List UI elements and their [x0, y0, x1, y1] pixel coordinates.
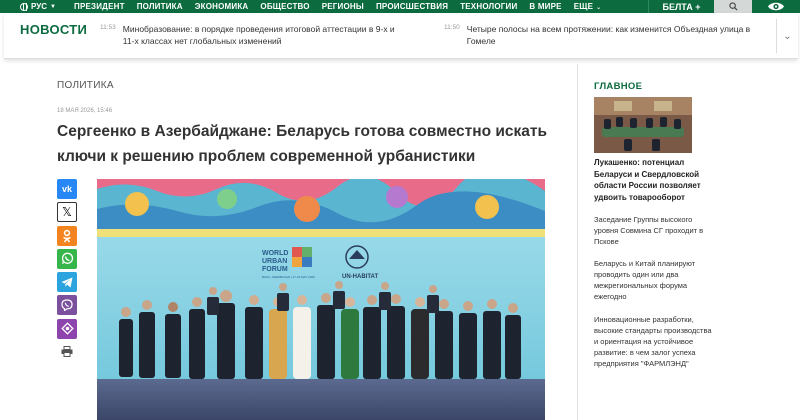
- ticker-text: Минобразование: в порядке проведения ито…: [122, 24, 395, 46]
- print-icon[interactable]: [61, 346, 73, 357]
- news-label[interactable]: НОВОСТИ: [20, 22, 87, 37]
- nav-item-world[interactable]: В МИРЕ: [523, 2, 567, 11]
- expand-ticker-button[interactable]: ⌄: [776, 19, 798, 53]
- ticker-item[interactable]: 11:50 Четыре полосы на всем протяжении: …: [444, 23, 764, 47]
- ticker-item[interactable]: 11:53 Минобразование: в порядке проведен…: [100, 23, 400, 47]
- forum-logo-word-2: URBAN: [262, 258, 287, 265]
- ok-icon: [63, 229, 71, 243]
- article-headline: Сергеенко в Азербайджане: Беларусь готов…: [57, 123, 548, 165]
- search-icon: [728, 2, 738, 11]
- forum-logo-word-3: FORUM: [262, 266, 288, 273]
- vk-icon: vk: [61, 184, 72, 194]
- max-share-button[interactable]: [57, 318, 77, 339]
- search-button[interactable]: [714, 0, 752, 13]
- nav-item-technology[interactable]: ТЕХНОЛОГИИ: [454, 2, 523, 11]
- sidebar-lead-headline[interactable]: Лукашенко: потенциал Беларуси и Свердлов…: [594, 157, 714, 203]
- max-icon: [60, 322, 74, 336]
- nav-item-incidents[interactable]: ПРОИСШЕСТВИЯ: [370, 2, 454, 11]
- sidebar-news-item[interactable]: Заседание Группы высокого уровня Совмина…: [594, 214, 714, 247]
- vk-share-button[interactable]: vk: [57, 179, 77, 199]
- nav-item-regions[interactable]: РЕГИОНЫ: [316, 2, 370, 11]
- sidebar-news-item[interactable]: Инновационные разработки, высокие станда…: [594, 314, 714, 369]
- article-category[interactable]: ПОЛИТИКА: [57, 80, 114, 91]
- meeting-photo: [594, 97, 692, 153]
- nav-item-politics[interactable]: ПОЛИТИКА: [131, 2, 189, 11]
- ticker-text: Четыре полосы на всем протяжении: как из…: [466, 24, 751, 46]
- forum-logo-word-1: WORLD: [262, 250, 288, 257]
- viber-icon: [61, 299, 73, 312]
- forum-logo-subtitle: BAKU, AZERBAIJAN | 17-22 MAY 2026: [262, 275, 315, 279]
- nav-item-economy[interactable]: ЭКОНОМИКА: [189, 2, 255, 11]
- news-ticker: НОВОСТИ 11:53 Минобразование: в порядке …: [4, 13, 798, 59]
- telegram-share-button[interactable]: [57, 272, 77, 293]
- ticker-time: 11:50: [444, 24, 460, 31]
- belta-plus-button[interactable]: БЕЛТА +: [648, 0, 714, 13]
- share-bar: vk 𝕏: [57, 179, 77, 342]
- ticker-time: 11:53: [100, 24, 116, 31]
- sidebar-title[interactable]: ГЛАВНОЕ: [594, 81, 642, 92]
- language-label: РУС: [31, 2, 47, 11]
- article-date: 18 МАЯ 2026, 15:46: [57, 108, 113, 114]
- sidebar-news-item[interactable]: Беларусь и Китай планируют проводить оди…: [594, 258, 714, 302]
- x-icon: 𝕏: [62, 205, 72, 220]
- telegram-icon: [61, 277, 73, 288]
- eye-icon: [768, 2, 784, 11]
- nav-item-more[interactable]: ЕЩЕ ⌄: [568, 2, 608, 11]
- nav-item-president[interactable]: ПРЕЗИДЕНТ: [68, 2, 131, 11]
- nav-item-more-label: ЕЩЕ: [573, 2, 594, 11]
- whatsapp-icon: [61, 253, 73, 265]
- language-selector[interactable]: РУС ▼: [0, 2, 68, 11]
- sidebar-divider: [577, 64, 578, 420]
- nav-item-society[interactable]: ОБЩЕСТВО: [254, 2, 315, 11]
- viber-share-button[interactable]: [57, 295, 77, 316]
- ok-share-button[interactable]: [57, 225, 77, 246]
- globe-icon: [20, 2, 28, 11]
- accessibility-button[interactable]: [752, 0, 800, 13]
- chevron-down-icon: ⌄: [783, 30, 792, 42]
- x-share-button[interactable]: 𝕏: [57, 202, 77, 223]
- chevron-down-icon: ▼: [49, 3, 56, 10]
- whatsapp-share-button[interactable]: [57, 248, 77, 269]
- forum-group-photo: WORLD URBAN FORUM BAKU, AZERBAIJAN | 17-…: [97, 179, 545, 420]
- un-habitat-text: UN-HABITAT: [342, 274, 378, 280]
- chevron-down-icon: ⌄: [596, 5, 602, 11]
- sidebar-lead-photo[interactable]: [594, 97, 692, 153]
- article-photo: WORLD URBAN FORUM BAKU, AZERBAIJAN | 17-…: [97, 179, 545, 420]
